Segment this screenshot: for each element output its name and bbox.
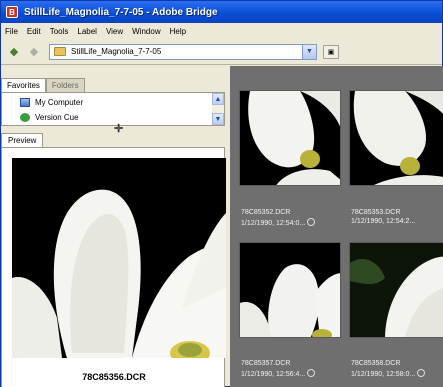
thumbnail-name: 78C85352.DCR xyxy=(241,209,291,216)
version-cue-icon xyxy=(20,112,30,122)
rotate-icon[interactable] xyxy=(417,369,426,377)
scroll-up-icon[interactable]: ▲ xyxy=(212,93,224,105)
thumbnail-name: 78C85358.DCR xyxy=(351,360,401,367)
scroll-down-icon[interactable]: ▼ xyxy=(212,113,224,125)
thumbnail-date: 1/12/1990, 12:54:0... xyxy=(241,220,306,227)
thumbnail-meta: 1/12/1990, 12:54:0... xyxy=(241,218,316,227)
adobe-bridge-icon: B xyxy=(6,6,18,18)
preview-panel: 78C85356.DCR xyxy=(1,147,226,387)
thumbnail-date: 1/12/1990, 12:56:4... xyxy=(241,371,306,378)
favorites-scrollbar[interactable]: ▲ ▼ xyxy=(212,93,224,125)
preview-caption: 78C85356.DCR xyxy=(82,372,146,382)
thumbnail-image[interactable] xyxy=(239,242,341,338)
panel-tabs: Favorites Folders xyxy=(1,78,225,92)
toolbar: ◆ ◆ StillLife_Magnolia_7-7-05 ▼ ▣ xyxy=(1,39,442,65)
back-arrow-icon[interactable]: ◆ xyxy=(7,45,21,59)
tab-favorites[interactable]: Favorites xyxy=(1,78,46,92)
window-title: StillLife_Magnolia_7-7-05 - Adobe Bridge xyxy=(24,6,218,18)
menu-window[interactable]: Window xyxy=(132,27,160,36)
rotate-icon[interactable] xyxy=(307,369,316,377)
thumbnail-meta: 1/12/1990, 12:56:4... xyxy=(241,369,316,378)
title-bar[interactable]: B StillLife_Magnolia_7-7-05 - Adobe Brid… xyxy=(1,1,442,23)
menu-edit[interactable]: Edit xyxy=(27,27,41,36)
folder-icon xyxy=(54,47,66,56)
favorite-label: My Computer xyxy=(35,97,84,107)
thumbnail-image[interactable] xyxy=(349,90,443,186)
preview-image xyxy=(12,158,226,358)
path-dropdown[interactable]: StillLife_Magnolia_7-7-05 ▼ xyxy=(49,43,317,60)
thumbnail-name: 78C85353.DCR xyxy=(351,209,401,216)
rotate-icon[interactable] xyxy=(307,218,316,226)
forward-arrow-icon[interactable]: ◆ xyxy=(27,45,41,59)
menu-file[interactable]: File xyxy=(5,27,18,36)
menu-help[interactable]: Help xyxy=(170,27,186,36)
left-panel: Favorites Folders My Computer Version Cu… xyxy=(1,66,226,387)
content-panel: 78C85352.DCR 1/12/1990, 12:54:0... 78C85… xyxy=(230,66,443,387)
thumbnail-date: 1/12/1990, 12:58:0... xyxy=(351,371,416,378)
menu-bar: File Edit Tools Label View Window Help xyxy=(1,23,442,39)
path-text: StillLife_Magnolia_7-7-05 xyxy=(71,47,162,56)
favorites-list: My Computer Version Cue ▲ ▼ xyxy=(1,92,225,126)
tab-folders[interactable]: Folders xyxy=(45,78,85,92)
folder-up-icon[interactable]: ▣ xyxy=(323,44,339,59)
thumbnail-image[interactable] xyxy=(349,242,443,338)
app-window: B StillLife_Magnolia_7-7-05 - Adobe Brid… xyxy=(0,0,443,387)
favorite-item-my-computer[interactable]: My Computer xyxy=(20,96,83,108)
thumbnail-image[interactable] xyxy=(239,90,341,186)
computer-icon xyxy=(20,97,30,107)
favorite-label: Version Cue xyxy=(35,112,79,122)
resize-cursor-icon[interactable]: ✛ xyxy=(114,122,123,135)
menu-label[interactable]: Label xyxy=(77,27,97,36)
thumbnail-meta: 1/12/1990, 12:54:2... xyxy=(351,218,415,225)
menu-view[interactable]: View xyxy=(106,27,123,36)
tab-preview[interactable]: Preview xyxy=(1,133,44,147)
menu-tools[interactable]: Tools xyxy=(50,27,69,36)
thumbnail-date: 1/12/1990, 12:54:2... xyxy=(351,218,416,225)
favorite-item-version-cue[interactable]: Version Cue xyxy=(20,111,79,123)
chevron-down-icon[interactable]: ▼ xyxy=(302,44,316,59)
thumbnail-name: 78C85357.DCR xyxy=(241,360,291,367)
thumbnail-meta: 1/12/1990, 12:58:0... xyxy=(351,369,426,378)
